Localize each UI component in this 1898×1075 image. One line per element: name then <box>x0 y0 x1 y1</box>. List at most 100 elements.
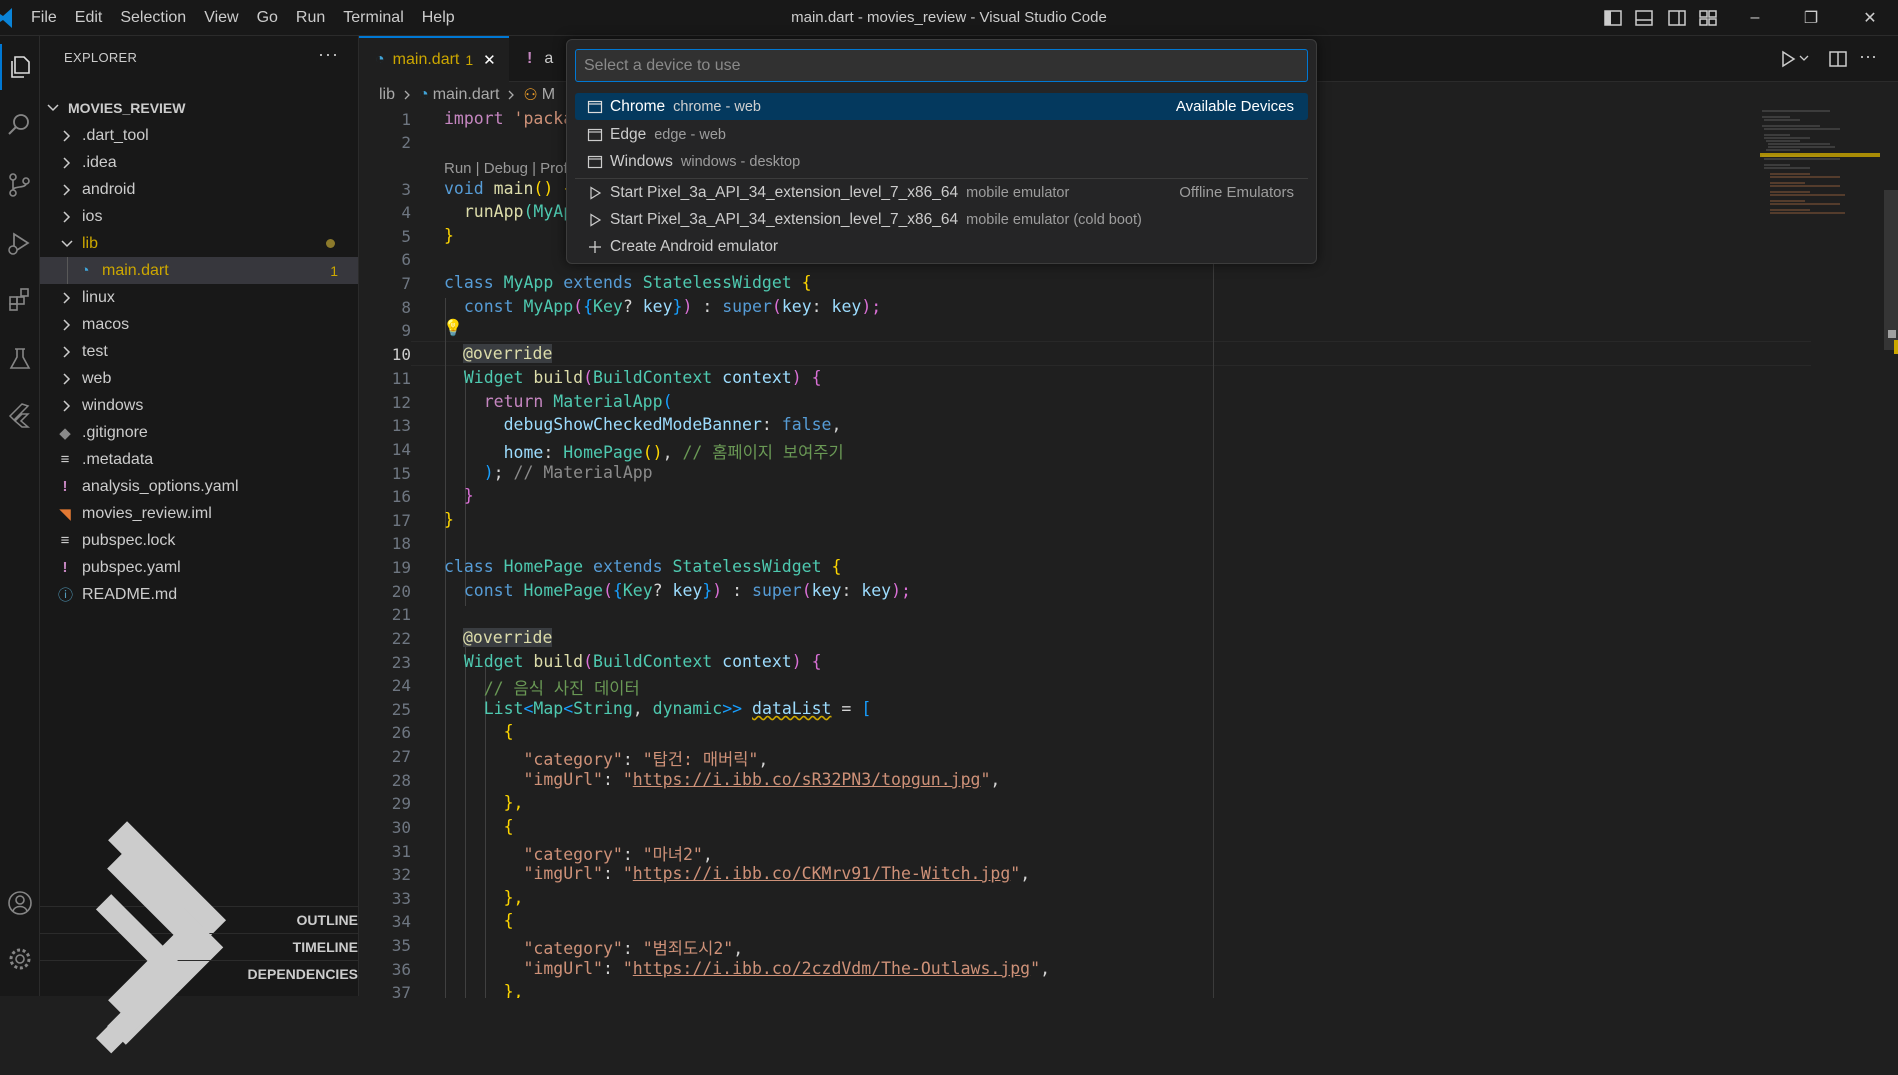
line-number: 21 <box>391 605 411 624</box>
device-option-windows[interactable]: Windows windows - desktop <box>575 148 1308 175</box>
menu-help[interactable]: Help <box>413 9 464 27</box>
tree-item-lib[interactable]: lib <box>40 230 358 257</box>
line-number: 13 <box>391 416 411 435</box>
url-link[interactable]: https://i.ibb.co/2czdVdm/The-Outlaws.jpg <box>633 959 1030 978</box>
toggle-secondary-sidebar-icon[interactable] <box>1666 7 1688 29</box>
play-icon <box>590 212 602 227</box>
chevron-down-icon <box>47 103 59 111</box>
tree-item-readme[interactable]: ⓘ README.md <box>40 581 358 608</box>
tree-item-linux[interactable]: linux <box>40 284 358 311</box>
code-line-35: "category": "범죄도시2", <box>444 939 744 958</box>
split-editor-icon[interactable] <box>1827 48 1849 70</box>
chevron-right-icon <box>63 372 71 385</box>
dart-file-icon: ◔ <box>419 86 429 103</box>
close-tab-icon[interactable]: ✕ <box>483 51 496 69</box>
explorer-activity[interactable] <box>0 44 40 90</box>
search-activity[interactable] <box>0 102 40 148</box>
tree-item-gitignore[interactable]: ◆ .gitignore <box>40 419 358 446</box>
menu-selection[interactable]: Selection <box>111 9 195 27</box>
code-line-28: "imgUrl": "https://i.ibb.co/sR32PN3/topg… <box>444 770 1001 789</box>
emulator-option-cold-boot[interactable]: Start Pixel_3a_API_34_extension_level_7_… <box>575 206 1308 233</box>
tree-item-macos[interactable]: macos <box>40 311 358 338</box>
tree-item-idea[interactable]: .idea <box>40 149 358 176</box>
workspace-root[interactable]: MOVIES_REVIEW <box>40 94 358 121</box>
device-search-input[interactable] <box>575 49 1308 82</box>
menu-run[interactable]: Run <box>287 9 334 27</box>
tree-item-analysis-options[interactable]: ! analysis_options.yaml <box>40 473 358 500</box>
chevron-right-icon <box>63 399 71 412</box>
tree-item-test[interactable]: test <box>40 338 358 365</box>
url-link[interactable]: https://i.ibb.co/CKMrv91/The-Witch.jpg <box>633 864 1011 883</box>
explorer-more-button[interactable]: ··· <box>318 44 339 65</box>
device-option-edge[interactable]: Edge edge - web <box>575 121 1308 148</box>
flutter-activity[interactable] <box>0 392 40 438</box>
tab-problem-badge: 1 <box>465 52 474 68</box>
tree-item-movies-review-iml[interactable]: ◥ movies_review.iml <box>40 500 358 527</box>
line-number: 3 <box>401 180 411 199</box>
menu-edit[interactable]: Edit <box>66 9 112 27</box>
breadcrumb-symbol[interactable]: M <box>542 86 555 104</box>
option-label: Chrome <box>610 97 666 115</box>
chevron-right-icon <box>63 345 71 358</box>
tree-item-label: analysis_options.yaml <box>82 477 239 495</box>
code-line-24: // 음식 사진 데이터 <box>444 679 640 698</box>
device-option-chrome[interactable]: Chrome chrome - web Available Devices <box>575 93 1308 120</box>
tree-item-dart-tool[interactable]: .dart_tool <box>40 122 358 149</box>
tree-item-android[interactable]: android <box>40 176 358 203</box>
source-control-activity[interactable] <box>0 162 40 208</box>
minimap[interactable] <box>1760 108 1880 228</box>
extensions-activity[interactable] <box>0 276 40 322</box>
menu-file[interactable]: File <box>22 9 66 27</box>
tree-item-metadata[interactable]: ≡ .metadata <box>40 446 358 473</box>
line-number: 18 <box>391 534 411 553</box>
editor-scrollbar[interactable] <box>1884 190 1898 350</box>
chevron-right-icon <box>63 183 71 196</box>
tab-main-dart[interactable]: ◔ main.dart 1 ✕ <box>359 36 509 82</box>
chevron-down-icon[interactable] <box>1799 53 1809 63</box>
tree-item-main-dart[interactable]: ◔ main.dart 1 <box>40 257 358 284</box>
menu-go[interactable]: Go <box>248 9 287 27</box>
chevron-right-icon <box>63 318 71 331</box>
tree-item-label: linux <box>82 288 115 306</box>
restore-button[interactable]: ❐ <box>1783 0 1839 36</box>
run-debug-activity[interactable] <box>0 220 40 266</box>
line-number: 34 <box>391 912 411 931</box>
codelens-run-debug[interactable]: Run | Debug | Prof <box>444 160 568 177</box>
code-line-37: }, <box>444 982 524 998</box>
tree-item-pubspec-yaml[interactable]: ! pubspec.yaml <box>40 554 358 581</box>
toggle-panel-icon[interactable] <box>1633 7 1655 29</box>
breadcrumb-file[interactable]: main.dart <box>433 86 500 104</box>
toggle-primary-sidebar-icon[interactable] <box>1602 7 1624 29</box>
emulator-option-start[interactable]: Start Pixel_3a_API_34_extension_level_7_… <box>575 179 1308 206</box>
menu-terminal[interactable]: Terminal <box>334 9 412 27</box>
lightbulb-icon[interactable]: 💡 <box>443 318 463 338</box>
run-debug-icon[interactable] <box>1777 48 1799 70</box>
menu-view[interactable]: View <box>195 9 247 27</box>
line-number: 26 <box>391 723 411 742</box>
tree-item-ios[interactable]: ios <box>40 203 358 230</box>
git-file-icon: ◆ <box>59 424 71 442</box>
accounts-activity[interactable] <box>0 880 40 926</box>
dart-file-icon: ◔ <box>375 51 385 68</box>
close-window-button[interactable]: ✕ <box>1842 0 1898 36</box>
breadcrumb-folder[interactable]: lib <box>379 86 395 104</box>
tree-item-web[interactable]: web <box>40 365 358 392</box>
more-actions-icon[interactable]: ··· <box>1859 46 1877 67</box>
tree-item-label: test <box>82 342 108 360</box>
line-number: 11 <box>391 369 411 388</box>
tree-item-windows[interactable]: windows <box>40 392 358 419</box>
minimize-button[interactable]: – <box>1727 0 1783 36</box>
create-emulator-option[interactable]: Create Android emulator <box>575 233 1308 260</box>
tree-item-label: .gitignore <box>82 423 148 441</box>
account-icon <box>8 891 32 915</box>
manage-activity[interactable] <box>0 936 40 982</box>
tree-item-pubspec-lock[interactable]: ≡ pubspec.lock <box>40 527 358 554</box>
dependencies-section[interactable]: DEPENDENCIES <box>40 894 358 1054</box>
line-number: 33 <box>391 889 411 908</box>
url-link[interactable]: https://i.ibb.co/sR32PN3/topgun.jpg <box>633 770 981 789</box>
customize-layout-icon[interactable] <box>1697 7 1719 29</box>
tab-analysis-options[interactable]: ! a <box>511 36 571 82</box>
tree-item-label: pubspec.lock <box>82 531 176 549</box>
option-description: chrome - web <box>673 98 761 115</box>
testing-activity[interactable] <box>0 336 40 382</box>
